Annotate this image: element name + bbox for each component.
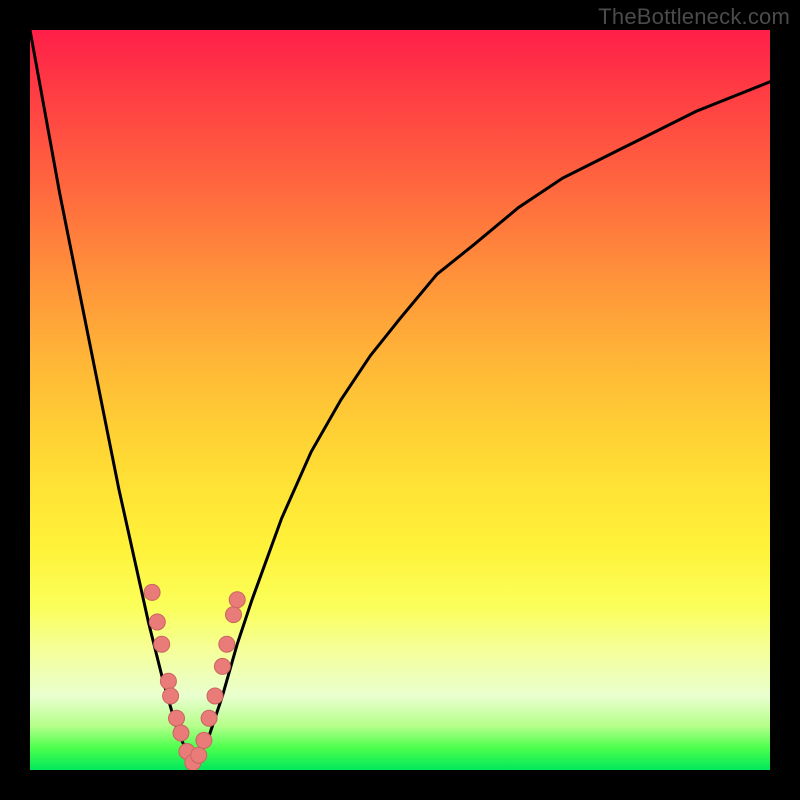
data-marker <box>163 688 179 704</box>
data-marker <box>144 584 160 600</box>
data-marker <box>169 710 185 726</box>
data-marker <box>219 636 235 652</box>
data-marker <box>160 673 176 689</box>
data-marker <box>173 725 189 741</box>
marker-group <box>144 584 245 770</box>
data-marker <box>229 592 245 608</box>
data-marker <box>196 732 212 748</box>
bottleneck-curve-path <box>30 30 770 763</box>
watermark-text: TheBottleneck.com <box>598 4 790 30</box>
data-marker <box>154 636 170 652</box>
data-marker <box>207 688 223 704</box>
plot-area <box>30 30 770 770</box>
data-marker <box>201 710 217 726</box>
data-marker <box>191 747 207 763</box>
bottleneck-curve-svg <box>30 30 770 770</box>
data-marker <box>149 614 165 630</box>
data-marker <box>226 607 242 623</box>
data-marker <box>214 658 230 674</box>
chart-frame: TheBottleneck.com <box>0 0 800 800</box>
